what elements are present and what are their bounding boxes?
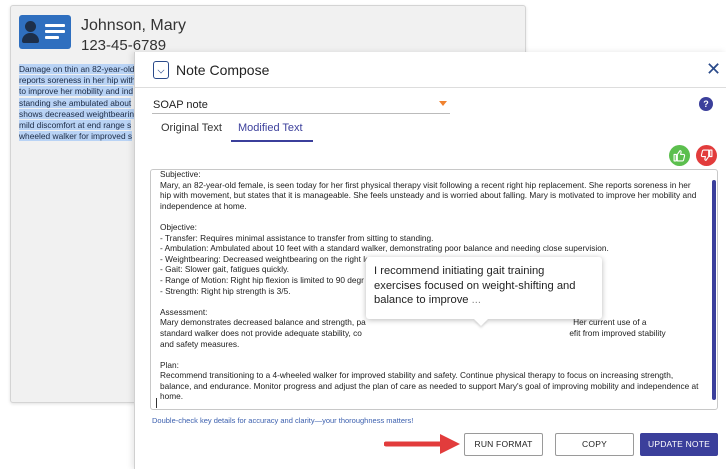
patient-name: Johnson, Mary	[81, 17, 186, 34]
note-type-select[interactable]: SOAP note	[152, 97, 450, 114]
thumbs-down-button[interactable]	[696, 145, 717, 166]
compose-icon	[153, 61, 169, 79]
thumbs-up-button[interactable]	[669, 145, 690, 166]
suggestion-tooltip[interactable]: I recommend initiating gait training exe…	[366, 257, 602, 319]
editor-line: - Transfer: Requires minimal assistance …	[160, 232, 434, 243]
screen: Johnson, Mary 123-45-6789 Damage on thin…	[0, 0, 726, 469]
modal-title: Note Compose	[176, 62, 270, 78]
editor-line: Recommend transitioning to a 4-wheeled w…	[160, 370, 674, 381]
text-caret	[156, 398, 157, 408]
tooltip-pointer	[474, 319, 488, 326]
editor-section-header: Objective:	[160, 221, 197, 232]
copy-button[interactable]: COPY	[555, 433, 634, 456]
source-text-line: shows decreased weightbearin	[19, 108, 134, 119]
thumbs-up-icon	[673, 150, 686, 162]
editor-line: independence at home.	[160, 200, 247, 211]
close-icon[interactable]: ✕	[706, 59, 721, 79]
source-text-line: reports soreness in her hip with	[19, 75, 136, 86]
suggestion-ellipsis: ...	[471, 294, 481, 307]
editor-line: hip with movement, but states that it is…	[160, 190, 697, 201]
modal-header: Note Compose ✕	[135, 52, 726, 88]
source-text-line: mild discomfort at end range s	[19, 120, 132, 131]
editor-section-header: Subjective:	[160, 169, 201, 179]
editor-line: balance, and endurance. Monitor progress…	[160, 380, 699, 391]
run-format-button[interactable]: RUN FORMAT	[464, 433, 543, 456]
source-text-line: standing she ambulated about	[19, 97, 132, 108]
help-icon[interactable]: ?	[699, 97, 713, 111]
tab-modified-text[interactable]: Modified Text	[238, 122, 303, 134]
chevron-down-icon	[439, 101, 447, 106]
editor-line: home.	[160, 391, 184, 402]
arrow-right-icon	[384, 434, 460, 454]
tab-original-text[interactable]: Original Text	[161, 122, 222, 134]
source-text-line: wheeled walker for improved s	[19, 131, 133, 142]
source-text-line: Damage on thin an 82-year-old	[19, 64, 135, 74]
editor-scrollbar[interactable]	[712, 180, 716, 400]
note-type-value: SOAP note	[153, 99, 208, 111]
editor-line: and safety measures.	[160, 338, 240, 349]
editor-section-header: Plan:	[160, 359, 179, 370]
note-compose-modal: Note Compose ✕ SOAP note ? Original Text…	[134, 52, 726, 469]
patient-id-card-icon	[19, 15, 71, 49]
editor-line: - Ambulation: Ambulated about 10 feet wi…	[160, 243, 609, 254]
update-note-button[interactable]: UPDATE NOTE	[640, 433, 718, 456]
editor-line: standard walker does not provide adequat…	[160, 327, 666, 338]
thumbs-down-icon	[700, 149, 713, 161]
active-tab-indicator	[231, 140, 313, 142]
accuracy-hint: Double-check key details for accuracy an…	[152, 416, 414, 425]
source-text-line: to improve her mobility and ind	[19, 86, 134, 97]
editor-line: Mary, an 82-year-old female, is seen tod…	[160, 179, 691, 190]
